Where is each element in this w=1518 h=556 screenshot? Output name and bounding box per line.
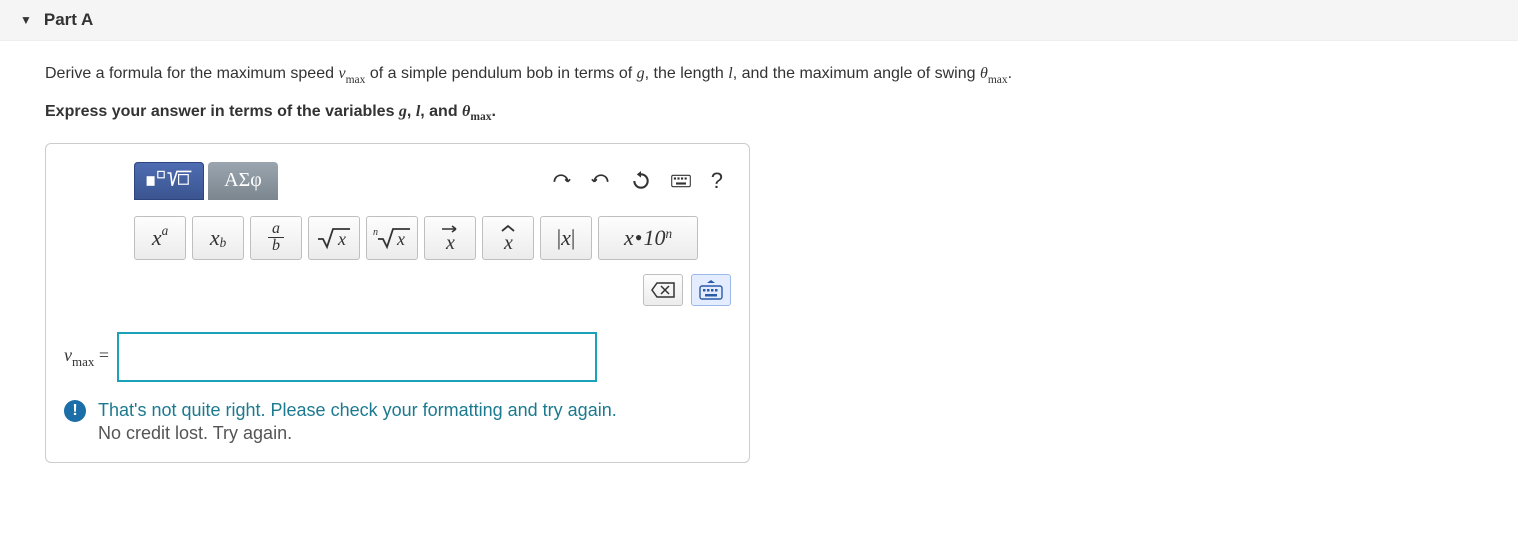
text: of a simple pendulum bob in terms of [365, 65, 636, 82]
palette-bottom-row [64, 274, 731, 306]
tab-greek-letters[interactable]: ΑΣφ [208, 162, 278, 200]
var-theta: θmax [462, 103, 491, 120]
svg-text:x: x [396, 229, 405, 249]
btn-vector[interactable]: x [424, 216, 476, 260]
tab-math-templates[interactable] [134, 162, 204, 200]
feedback-main: That's not quite right. Please check you… [98, 400, 617, 421]
nroot-icon: nx [372, 225, 412, 251]
text: . [1008, 65, 1012, 82]
text: , and the maximum angle of swing [733, 65, 980, 82]
toolbar: ΑΣφ ? [64, 162, 731, 200]
svg-text:x: x [337, 229, 346, 249]
redo-icon[interactable] [591, 171, 611, 191]
svg-text:n: n [373, 227, 378, 238]
text: Derive a formula for the maximum speed [45, 65, 338, 82]
answer-input[interactable] [117, 332, 597, 382]
btn-toggle-keyboard[interactable] [691, 274, 731, 306]
answer-box: ΑΣφ ? xa xb ab x nx x [45, 143, 750, 463]
caret-down-icon: ▼ [20, 13, 32, 27]
svg-text:x: x [503, 232, 513, 253]
undo-icon[interactable] [551, 171, 571, 191]
palette-row: xa xb ab x nx x x |x| x•10n [64, 216, 731, 260]
btn-scientific[interactable]: x•10n [598, 216, 698, 260]
vector-icon: x [438, 223, 462, 253]
answer-line: vmax = [64, 332, 731, 382]
var-v: vmax [338, 65, 365, 82]
text: , the length [645, 65, 729, 82]
keyboard-icon[interactable] [671, 171, 691, 191]
instruction-line: Express your answer in terms of the vari… [45, 103, 1473, 123]
question-prompt: Derive a formula for the maximum speed v… [45, 61, 1473, 89]
var-theta: θmax [980, 65, 1008, 82]
backspace-icon [651, 282, 675, 298]
svg-text:x: x [445, 232, 455, 253]
math-template-icon [145, 169, 193, 193]
feedback-sub: No credit lost. Try again. [98, 423, 617, 444]
btn-sqrt[interactable]: x [308, 216, 360, 260]
content-area: Derive a formula for the maximum speed v… [0, 41, 1518, 483]
text: Express your answer in terms of the vari… [45, 103, 399, 120]
btn-superscript[interactable]: xa [134, 216, 186, 260]
reset-icon[interactable] [631, 171, 651, 191]
btn-subscript[interactable]: xb [192, 216, 244, 260]
btn-nth-root[interactable]: nx [366, 216, 418, 260]
help-button[interactable]: ? [711, 168, 723, 194]
btn-fraction[interactable]: ab [250, 216, 302, 260]
answer-label: vmax = [64, 345, 109, 370]
alert-icon: ! [64, 400, 86, 422]
keyboard-up-icon [698, 279, 724, 301]
part-header[interactable]: ▼ Part A [0, 0, 1518, 41]
var-g: g [399, 103, 407, 120]
btn-backspace[interactable] [643, 274, 683, 306]
hat-icon: x [496, 223, 520, 253]
var-g: g [637, 65, 645, 82]
part-title: Part A [44, 10, 93, 30]
btn-hat[interactable]: x [482, 216, 534, 260]
feedback-block: ! That's not quite right. Please check y… [64, 400, 731, 444]
btn-absolute[interactable]: |x| [540, 216, 592, 260]
sqrt-icon: x [316, 225, 352, 251]
